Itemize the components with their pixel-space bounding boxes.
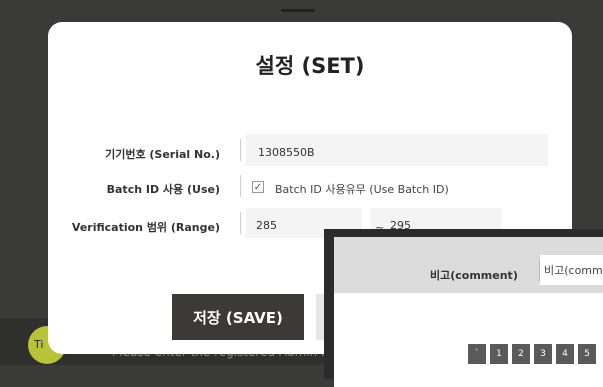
range-label: Verification 범위 (Range): [71, 221, 220, 234]
batch-divider: [240, 175, 241, 197]
batch-label: Batch ID 사용 (Use): [106, 183, 220, 196]
key-1[interactable]: 1: [490, 344, 508, 364]
save-button[interactable]: 저장 (SAVE): [172, 294, 304, 340]
comment-input[interactable]: [540, 255, 603, 285]
range-from-value: 285: [256, 219, 277, 232]
comment-label: 비고(comment): [430, 269, 518, 282]
key-5[interactable]: 5: [578, 344, 596, 364]
range-divider: [240, 212, 241, 234]
modal-title: 설정 (SET): [255, 54, 365, 78]
batch-checkbox[interactable]: ✓: [252, 181, 264, 193]
key-3[interactable]: 3: [534, 344, 552, 364]
serial-value: 1308550B: [258, 146, 315, 159]
serial-divider: [240, 139, 241, 161]
key-4[interactable]: 4: [556, 344, 574, 364]
comment-overlay-window: 비고(comment) ` 1 2 3 4 5: [324, 229, 603, 387]
key-backtick[interactable]: `: [468, 344, 486, 364]
batch-checkbox-label[interactable]: Batch ID 사용유무 (Use Batch ID): [275, 181, 449, 197]
serial-label: 기기번호 (Serial No.): [105, 148, 220, 161]
keyboard-row: ` 1 2 3 4 5: [468, 344, 596, 364]
key-2[interactable]: 2: [512, 344, 530, 364]
drag-handle: [281, 9, 315, 12]
comment-overlay-header: 비고(comment): [334, 237, 603, 293]
